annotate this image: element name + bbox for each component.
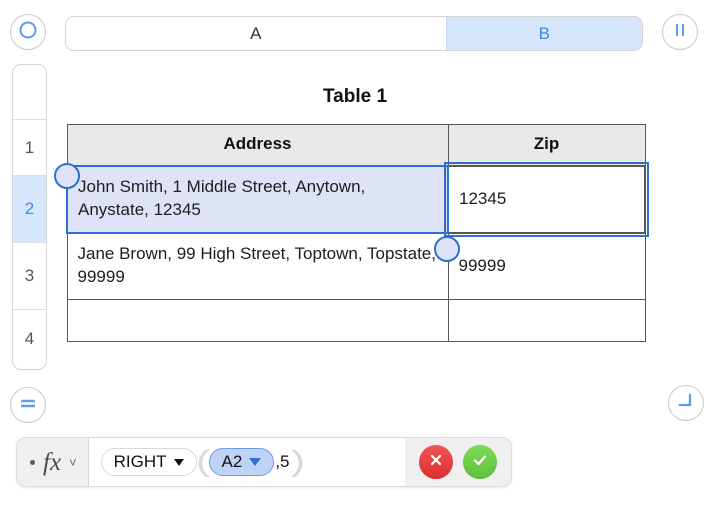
cell-b3-text: 99999 [459,255,635,278]
chevron-down-icon[interactable] [249,458,261,466]
table-title: Table 1 [66,86,644,108]
selection-handle-top-left[interactable] [54,163,80,189]
equals-button[interactable] [10,387,46,423]
cell-a2[interactable]: John Smith, 1 Middle Street, Anytown, An… [67,166,448,233]
formula-input[interactable]: RIGHT ( A2 ,5 ) [89,438,405,486]
formula-token-function[interactable]: RIGHT [101,448,197,476]
column-header-b-label: B [539,24,550,44]
equals-bars-icon [17,393,39,418]
row-header-3[interactable]: 3 [13,243,46,310]
resize-corner-button[interactable] [668,385,704,421]
row-header-4-label: 4 [25,329,34,349]
column-title-address[interactable]: Address [67,125,448,166]
formula-function-menu[interactable]: fx ˅ [17,438,89,486]
table-row: Jane Brown, 99 High Street, Toptown, Top… [67,233,645,300]
cell-a3-text: Jane Brown, 99 High Street, Toptown, Top… [78,243,438,289]
cell-b3[interactable]: 99999 [448,233,645,300]
column-header-b[interactable]: B [446,17,642,50]
circle-icon [18,20,38,45]
corner-resize-icon [675,391,697,416]
split-columns-button[interactable] [662,14,698,50]
spreadsheet-table[interactable]: Address Zip John Smith, 1 Middle Street,… [66,124,646,342]
cancel-button[interactable] [419,445,453,479]
close-paren: ) [291,447,305,477]
row-header-bar[interactable]: 1 2 3 4 [12,64,47,370]
selection-handle-bottom-right[interactable] [434,236,460,262]
formula-token-reference-label: A2 [222,452,243,472]
column-header-bar[interactable]: A B [65,16,643,51]
cell-b2-text: 12345 [459,188,634,211]
row-header-2-label: 2 [25,199,34,219]
checkmark-icon [471,451,489,474]
formula-bar[interactable]: fx ˅ RIGHT ( A2 ,5 ) [16,437,512,487]
pause-bars-icon [670,20,690,45]
row-header-4[interactable]: 4 [13,310,46,368]
table-header-row: Address Zip [67,125,645,166]
accept-button[interactable] [463,445,497,479]
cell-a2-text: John Smith, 1 Middle Street, Anytown, An… [78,176,437,222]
row-header-spacer[interactable] [13,65,46,120]
formula-argument-text: ,5 [275,452,289,472]
row-header-1[interactable]: 1 [13,120,46,176]
column-header-a[interactable]: A [66,17,446,50]
fx-icon: fx [43,450,61,475]
cell-a4[interactable] [67,300,448,342]
row-header-2[interactable]: 2 [13,176,46,243]
open-paren: ( [196,447,210,477]
chevron-down-icon[interactable]: ˅ [69,456,77,469]
formula-token-reference[interactable]: A2 [209,448,275,476]
row-header-3-label: 3 [25,266,34,286]
column-header-a-label: A [250,24,261,44]
close-icon [428,452,444,473]
cell-b2[interactable]: 12345 [448,166,645,233]
cell-a3[interactable]: Jane Brown, 99 High Street, Toptown, Top… [67,233,448,300]
bullet-icon [30,460,35,465]
chevron-down-icon[interactable] [174,459,184,466]
formula-token-function-label: RIGHT [114,452,167,472]
formula-actions [405,438,511,486]
table-row: John Smith, 1 Middle Street, Anytown, An… [67,166,645,233]
row-header-1-label: 1 [25,138,34,158]
column-title-zip[interactable]: Zip [448,125,645,166]
select-all-button[interactable] [10,14,46,50]
cell-b4[interactable] [448,300,645,342]
table-row [67,300,645,342]
